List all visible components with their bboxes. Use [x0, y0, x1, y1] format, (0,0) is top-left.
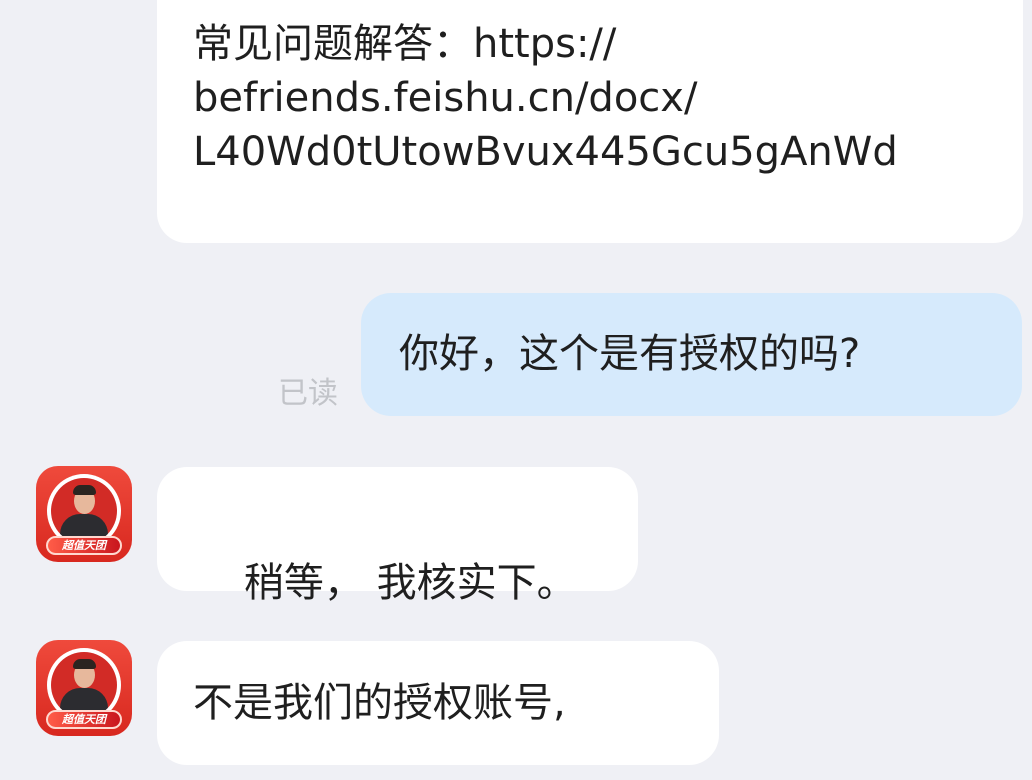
faq-line-1: 常见问题解答：https://	[193, 21, 617, 67]
avatar-badge: 超值天团	[46, 710, 122, 729]
incoming-message-reply-2[interactable]: 不是我们的授权账号,	[157, 641, 719, 765]
read-status: 已读	[278, 376, 338, 411]
avatar-photo	[51, 478, 117, 544]
message-text: 你好，这个是有授权的吗?	[399, 331, 861, 377]
seller-avatar-icon[interactable]: 超值天团	[36, 466, 132, 562]
avatar-hair	[73, 659, 96, 669]
avatar-hair	[73, 485, 96, 495]
message-text: 不是我们的授权账号,	[193, 680, 566, 726]
seller-avatar-icon[interactable]: 超值天团	[36, 640, 132, 736]
faq-link-line-2[interactable]: befriends.feishu.cn/docx/	[193, 71, 993, 125]
avatar-photo	[51, 652, 117, 718]
incoming-message-reply-1[interactable]: 稍等， 我核实下。	[157, 467, 638, 606]
message-text: 稍等， 我核实下。	[243, 560, 577, 606]
outgoing-message-question[interactable]: 你好，这个是有授权的吗?	[361, 293, 1022, 416]
incoming-message-faq[interactable]: 常见问题解答：https:// befriends.feishu.cn/docx…	[157, 0, 1023, 243]
avatar-badge: 超值天团	[46, 536, 122, 555]
faq-link-line-3[interactable]: L40Wd0tUtowBvux445Gcu5gAnWd	[193, 125, 993, 179]
